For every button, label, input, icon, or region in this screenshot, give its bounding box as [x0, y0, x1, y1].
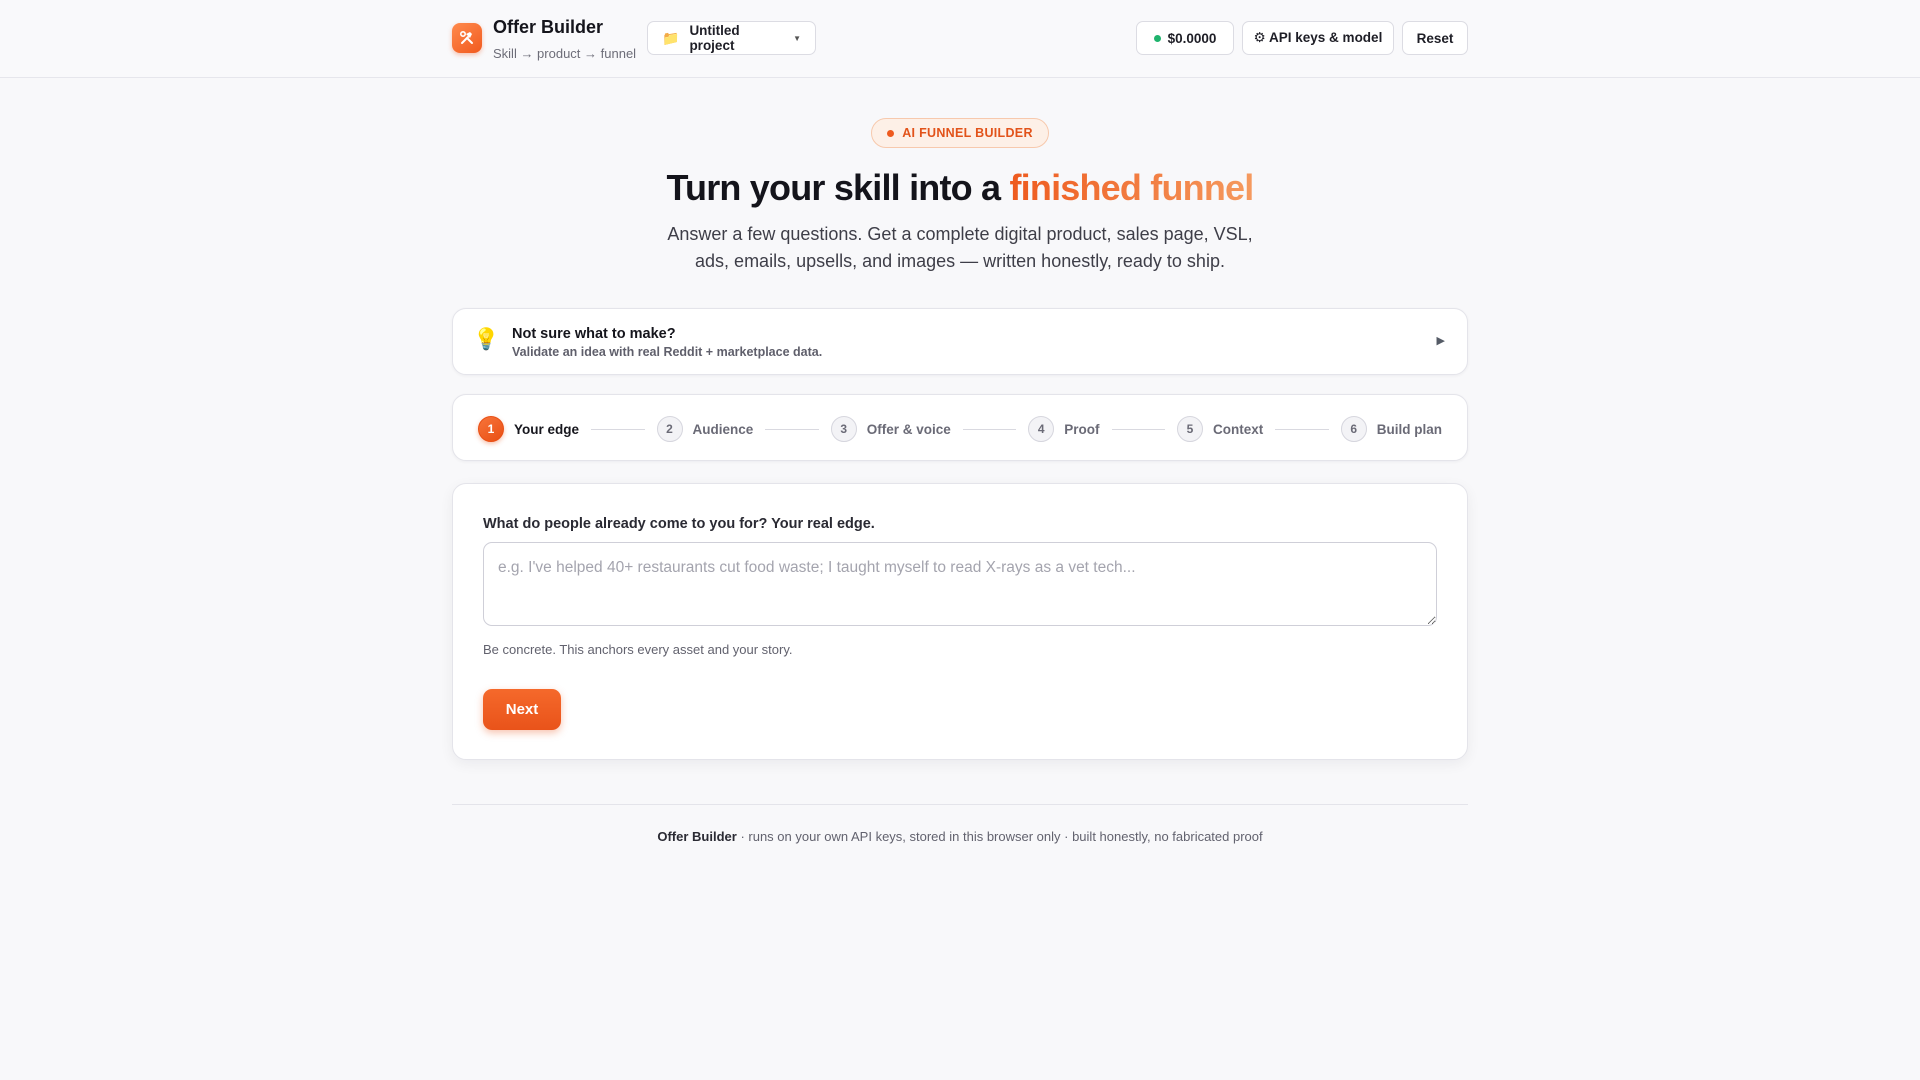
page-footer: Offer Builder · runs on your own API key…: [452, 804, 1468, 844]
hero-badge-label: AI FUNNEL BUILDER: [902, 126, 1033, 140]
api-keys-label: ⚙ API keys & model: [1253, 30, 1383, 45]
step-number: 6: [1340, 416, 1367, 442]
step-number: 2: [656, 416, 683, 442]
edge-hint-text: Be concrete. This anchors every asset an…: [483, 642, 793, 657]
next-button[interactable]: Next: [483, 689, 561, 730]
hero-title-accent: finished funnel: [1009, 167, 1254, 208]
reset-label: Reset: [1416, 30, 1454, 46]
step-number: 5: [1177, 416, 1203, 442]
footer-brand: Offer Builder: [657, 829, 737, 844]
project-selector-button[interactable]: 📁 Untitled project ▼: [647, 21, 816, 55]
step-connector: [962, 428, 1017, 430]
step-connector: [1275, 428, 1329, 430]
step-label: Offer & voice: [866, 421, 951, 437]
step-number: 1: [478, 416, 504, 442]
api-keys-button[interactable]: ⚙ API keys & model: [1242, 21, 1394, 55]
step-context[interactable]: 5 Context: [1177, 416, 1263, 442]
step-label: Build plan: [1376, 421, 1442, 437]
top-bar-inner: Offer Builder Skill → product → funnel 📁…: [452, 0, 1468, 78]
step-label: Context: [1213, 421, 1264, 437]
badge-dot-icon: [887, 129, 895, 137]
step-audience[interactable]: 2 Audience: [656, 416, 754, 442]
status-dot-icon: [1153, 34, 1161, 42]
step-label: Proof: [1064, 421, 1100, 437]
project-name: Untitled project: [689, 23, 740, 53]
reset-button[interactable]: Reset: [1402, 21, 1468, 55]
app-subtitle: Skill → product → funnel: [493, 46, 637, 61]
cost-indicator: $0.0000: [1136, 21, 1234, 55]
idea-card-title: Not sure what to make?: [512, 326, 676, 342]
hero-title: Turn your skill into a finished funnel: [0, 166, 1920, 210]
step-connector: [591, 428, 645, 430]
step-your-edge[interactable]: 1 Your edge: [478, 416, 579, 442]
main-content: 💡 Not sure what to make? Validate an ide…: [452, 308, 1468, 844]
wizard-steps-card: 1 Your edge 2 Audience 3 Offer & voice 4…: [452, 394, 1468, 461]
step-label: Audience: [692, 421, 754, 437]
lightbulb-icon: 💡: [473, 328, 500, 351]
app-logo-icon: [452, 23, 482, 53]
edge-form-card: What do people already come to you for? …: [452, 483, 1468, 760]
caret-down-icon: ▼: [793, 33, 801, 43]
play-triangle-icon[interactable]: ▶: [1437, 334, 1445, 347]
hero-section: AI FUNNEL BUILDER Turn your skill into a…: [0, 78, 1920, 275]
footer-text: · runs on your own API keys, stored in t…: [736, 829, 1263, 844]
hero-badge: AI FUNNEL BUILDER: [871, 118, 1049, 148]
step-connector: [765, 428, 819, 430]
edge-question-label: What do people already come to you for? …: [483, 516, 875, 532]
step-connector: [1111, 428, 1165, 430]
hero-description: Answer a few questions. Get a complete d…: [667, 224, 1253, 271]
hammer-wrench-icon: [459, 30, 473, 44]
step-label: Your edge: [514, 421, 580, 437]
app-title: Offer Builder: [493, 17, 604, 37]
idea-validation-card[interactable]: 💡 Not sure what to make? Validate an ide…: [452, 308, 1468, 375]
wizard-steps: 1 Your edge 2 Audience 3 Offer & voice 4…: [478, 415, 1442, 443]
step-number: 3: [830, 416, 857, 442]
step-offer-voice[interactable]: 3 Offer & voice: [830, 416, 951, 442]
step-number: 4: [1028, 416, 1055, 442]
hero-title-prefix: Turn your skill into a: [666, 167, 1010, 208]
step-build-plan[interactable]: 6 Build plan: [1340, 416, 1442, 442]
edge-answer-textarea[interactable]: [483, 542, 1437, 626]
cost-value: $0.0000: [1167, 30, 1217, 46]
folder-icon: 📁: [662, 29, 680, 46]
step-proof[interactable]: 4 Proof: [1028, 416, 1100, 442]
idea-card-subtitle: Validate an idea with real Reddit + mark…: [512, 345, 823, 359]
top-bar: Offer Builder Skill → product → funnel 📁…: [0, 0, 1920, 78]
